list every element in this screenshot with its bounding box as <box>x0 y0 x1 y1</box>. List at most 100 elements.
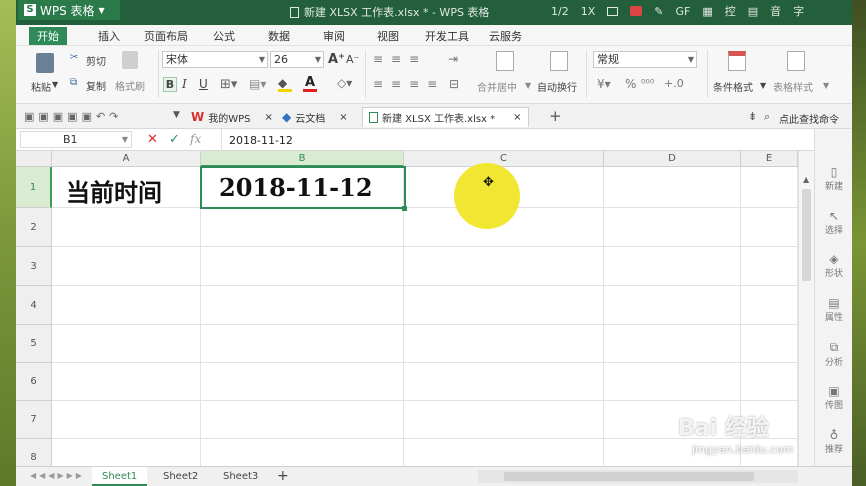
grid-cell[interactable] <box>52 439 201 466</box>
menu-review[interactable]: 审阅 <box>323 28 345 44</box>
sheet-tab-3[interactable]: Sheet3 <box>213 467 268 486</box>
paste-button[interactable]: 粘贴 <box>31 79 51 94</box>
sidebar-item-new[interactable]: ▯ 新建 <box>815 165 852 192</box>
cell-a1[interactable]: 当前时间 <box>66 173 162 208</box>
format-painter-icon[interactable] <box>122 51 138 69</box>
fill-color-icon[interactable]: ◆ <box>278 76 287 90</box>
row-header-1[interactable]: 1 <box>16 167 52 208</box>
sidebar-item-properties[interactable]: ▤ 属性 <box>815 296 852 323</box>
wrap-text-button[interactable]: 自动换行 <box>537 79 577 94</box>
sidebar-item-recommend[interactable]: ♁ 推荐 <box>815 428 852 455</box>
grid-cell[interactable] <box>604 247 741 286</box>
pin-icon[interactable]: 字 <box>793 3 804 19</box>
borders-icon[interactable]: ⊞▾ <box>220 77 237 92</box>
name-box[interactable]: B1 ▼ <box>20 131 132 148</box>
italic-button[interactable]: I <box>182 77 187 91</box>
align-left-icons[interactable]: ≡≡≡≡ <box>373 77 445 91</box>
control-icon[interactable]: 控 <box>725 3 736 19</box>
horizontal-scrollbar[interactable] <box>478 470 798 483</box>
sheet-tab-2[interactable]: Sheet2 <box>153 467 208 486</box>
grid-cell[interactable] <box>741 286 798 325</box>
sound-icon[interactable]: 音 <box>770 3 781 19</box>
grid-cell[interactable] <box>404 286 604 325</box>
skin-icon[interactable] <box>630 6 643 16</box>
merge-center-icon[interactable] <box>496 51 514 71</box>
formula-input[interactable]: 2018-11-12 <box>229 134 293 147</box>
restore-icon[interactable] <box>607 6 619 16</box>
chevron-down-icon[interactable]: ▼ <box>525 81 531 90</box>
conditional-format-button[interactable]: 条件格式 <box>713 79 753 94</box>
quick-access-dropdown-icon[interactable]: ▼ <box>173 110 180 120</box>
align-top-icons[interactable]: ≡≡≡ <box>373 52 427 66</box>
grid-cell[interactable] <box>201 208 404 247</box>
close-icon[interactable]: × <box>339 112 347 123</box>
grid-cell[interactable] <box>404 325 604 363</box>
grid-cell[interactable] <box>741 363 798 401</box>
row-header-8[interactable]: 8 <box>16 439 52 466</box>
clear-format-icon[interactable]: ◇▾ <box>337 76 352 90</box>
menu-page-layout[interactable]: 页面布局 <box>144 28 188 44</box>
sidebar-item-shapes[interactable]: ◈ 形状 <box>815 252 852 279</box>
merge-center-button[interactable]: 合并居中 <box>477 79 517 94</box>
column-header-a[interactable]: A <box>52 151 201 167</box>
row-header-5[interactable]: 5 <box>16 325 52 363</box>
layout-icon[interactable]: ▤ <box>748 5 758 18</box>
menu-formulas[interactable]: 公式 <box>213 28 235 44</box>
grid-cell[interactable] <box>741 325 798 363</box>
grid-icon[interactable]: ▦ <box>702 5 712 18</box>
grid-cell[interactable] <box>52 208 201 247</box>
close-icon[interactable]: × <box>265 112 273 123</box>
grid-cell[interactable] <box>52 401 201 439</box>
row-header-2[interactable]: 2 <box>16 208 52 247</box>
cell-style-icon[interactable]: ▤▾ <box>249 77 266 91</box>
menu-home[interactable]: 开始 <box>29 27 67 45</box>
format-painter-button[interactable]: 格式刷 <box>115 78 145 93</box>
font-color-icon[interactable]: A <box>305 75 315 90</box>
add-sheet-button[interactable]: + <box>277 468 289 484</box>
fill-handle[interactable] <box>402 206 407 211</box>
column-header-d[interactable]: D <box>604 151 741 167</box>
table-style-button[interactable]: 表格样式 <box>773 79 813 94</box>
grid-cell[interactable] <box>604 325 741 363</box>
number-format-select[interactable]: 常规 ▼ <box>593 51 697 68</box>
quick-access-icons[interactable]: ▣▣▣▣▣↶↷ <box>24 110 122 123</box>
grid-cell[interactable] <box>604 363 741 401</box>
grid-cell[interactable] <box>741 208 798 247</box>
decimal-increase-icon[interactable]: +.0 <box>664 77 684 90</box>
menu-cloud[interactable]: 云服务 <box>489 28 522 44</box>
underline-button[interactable]: U <box>199 77 208 91</box>
fx-button[interactable]: fx <box>190 132 201 146</box>
sheet-tab-1[interactable]: Sheet1 <box>92 467 148 486</box>
close-icon[interactable]: × <box>513 112 521 123</box>
grid-cell[interactable] <box>404 439 604 466</box>
column-header-b[interactable]: B <box>201 151 404 167</box>
sidebar-item-select[interactable]: ↖ 选择 <box>815 209 852 236</box>
grid-cell[interactable] <box>201 363 404 401</box>
shrink-font-icon[interactable]: A⁻ <box>346 53 359 66</box>
chevron-down-icon[interactable]: ▼ <box>760 81 766 90</box>
grow-font-icon[interactable]: A⁺ <box>328 52 345 67</box>
cut-button[interactable]: 剪切 <box>86 53 106 68</box>
bold-button[interactable]: B <box>163 77 177 92</box>
thousands-icon[interactable]: ⁰⁰⁰ <box>641 77 654 90</box>
grid-cell[interactable] <box>201 247 404 286</box>
row-header-3[interactable]: 3 <box>16 247 52 286</box>
conditional-format-icon[interactable] <box>728 51 746 71</box>
tab-mywps[interactable]: W 我的WPS × <box>191 107 273 127</box>
sidebar-item-upload-image[interactable]: ▣ 传图 <box>815 384 852 411</box>
grid-cell[interactable] <box>404 363 604 401</box>
tab-list-icon[interactable]: ⇟ <box>748 110 757 123</box>
menu-developer[interactable]: 开发工具 <box>425 28 469 44</box>
menu-insert[interactable]: 插入 <box>98 28 120 44</box>
vertical-scrollbar[interactable]: ▲ <box>798 151 814 466</box>
grid-cell[interactable] <box>201 439 404 466</box>
table-style-icon[interactable] <box>787 51 805 71</box>
grid-cell[interactable] <box>201 401 404 439</box>
grid-cell[interactable] <box>741 167 798 208</box>
grid-cell[interactable] <box>404 247 604 286</box>
grid-cell[interactable] <box>404 401 604 439</box>
sidebar-item-analysis[interactable]: ⧉ 分析 <box>815 340 852 368</box>
grid-cell[interactable] <box>52 325 201 363</box>
grid-cell[interactable] <box>604 286 741 325</box>
font-size-select[interactable]: 26 ▼ <box>270 51 324 68</box>
